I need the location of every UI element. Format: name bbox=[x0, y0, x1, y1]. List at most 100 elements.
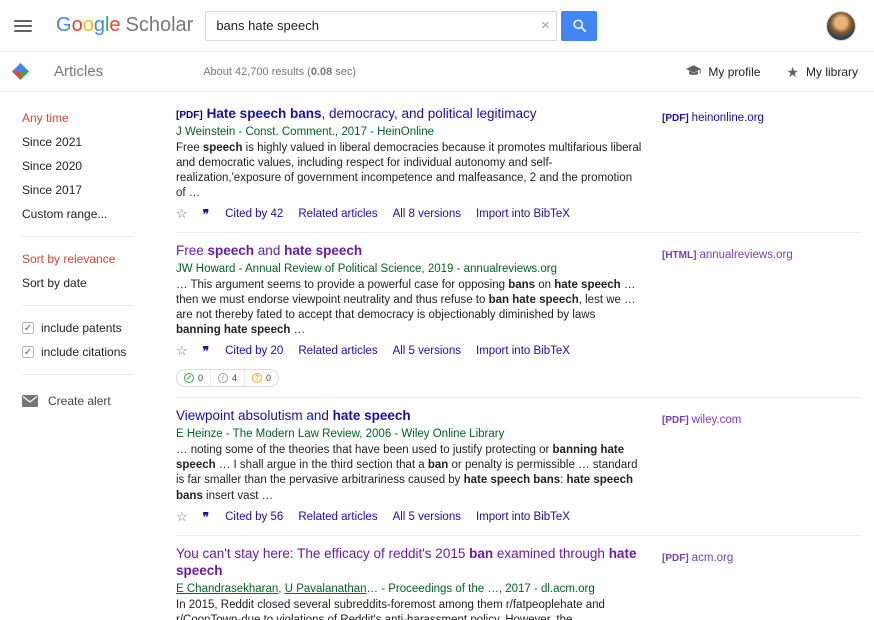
result-action-link[interactable]: Related articles bbox=[298, 511, 377, 523]
result-main: Viewpoint absolutism and hate speech E H… bbox=[176, 407, 642, 524]
results-list: [PDF] Hate speech bans, democracy, and po… bbox=[176, 92, 860, 620]
result-action-link[interactable]: Cited by 20 bbox=[225, 345, 283, 357]
result-title-link[interactable]: Free speech and hate speech bbox=[176, 243, 362, 258]
create-alert-button[interactable]: Create alert bbox=[0, 385, 176, 408]
search-button[interactable] bbox=[561, 11, 597, 41]
cite-quote-icon[interactable]: ❞ bbox=[203, 510, 210, 524]
search-result: Free speech and hate speech JW Howard - … bbox=[176, 233, 860, 398]
google-logo-text: Google bbox=[56, 14, 121, 36]
result-fulltext-link[interactable]: [PDF]wiley.com bbox=[662, 414, 741, 426]
my-profile-link[interactable]: My profile bbox=[686, 65, 760, 79]
scite-contrasting-icon: ? bbox=[252, 373, 262, 383]
result-main: You can't stay here: The efficacy of red… bbox=[176, 545, 642, 620]
checkbox-label: include citations bbox=[41, 345, 126, 359]
fulltext-domain: wiley.com bbox=[692, 414, 742, 426]
search-bar: × bbox=[205, 11, 597, 41]
result-action-link[interactable]: All 5 versions bbox=[393, 511, 461, 523]
create-alert-label: Create alert bbox=[48, 394, 111, 408]
result-actions: ☆ ❞ Cited by 20 Related articles All 5 ver… bbox=[176, 343, 642, 359]
hamburger-menu-icon[interactable] bbox=[14, 17, 32, 35]
cite-quote-icon[interactable]: ❞ bbox=[203, 344, 210, 358]
scite-segment: ?0 bbox=[245, 370, 278, 386]
tab-articles[interactable]: Articles bbox=[54, 63, 103, 80]
save-star-icon[interactable]: ☆ bbox=[176, 343, 188, 359]
result-byline[interactable]: JW Howard - Annual Review of Political S… bbox=[176, 263, 642, 275]
scholar-logo-text: Scholar bbox=[126, 14, 194, 36]
my-library-link[interactable]: ★ My library bbox=[786, 65, 858, 79]
result-fulltext-link[interactable]: [PDF]acm.org bbox=[662, 552, 733, 564]
result-action-link[interactable]: Related articles bbox=[298, 208, 377, 220]
fulltext-domain: heinonline.org bbox=[692, 112, 764, 124]
results-toolbar: Articles About 42,700 results (0.08 sec)… bbox=[0, 52, 874, 92]
my-library-label: My library bbox=[806, 65, 858, 79]
top-header: GoogleScholar × bbox=[0, 0, 874, 52]
sidebar-filter-item[interactable]: Since 2017 bbox=[0, 178, 176, 202]
scite-supporting-icon: ✓ bbox=[184, 373, 194, 383]
google-scholar-logo[interactable]: GoogleScholar bbox=[56, 14, 193, 37]
result-title: Viewpoint absolutism and hate speech bbox=[176, 407, 642, 425]
scholar-diamond-icon[interactable] bbox=[12, 63, 29, 80]
result-action-link[interactable]: All 8 versions bbox=[393, 208, 461, 220]
sidebar-filter-item[interactable]: Sort by date bbox=[0, 271, 176, 295]
sidebar-filter-item[interactable]: Custom range... bbox=[0, 202, 176, 226]
result-action-link[interactable]: Import into BibTeX bbox=[476, 208, 570, 220]
user-avatar[interactable] bbox=[826, 11, 856, 41]
scite-count: 0 bbox=[266, 373, 271, 383]
sidebar-filter-item[interactable]: Sort by relevance bbox=[0, 247, 176, 271]
fulltext-format-tag: [HTML] bbox=[662, 250, 696, 261]
scite-count: 0 bbox=[198, 373, 203, 383]
result-main: [PDF] Hate speech bans, democracy, and po… bbox=[176, 105, 642, 222]
include-toggle-list: ✓ include patents ✓ include citations bbox=[0, 316, 176, 364]
result-byline[interactable]: J Weinstein - Const. Comment., 2017 - He… bbox=[176, 126, 642, 138]
result-action-link[interactable]: All 5 versions bbox=[393, 345, 461, 357]
scite-segment: ✓0 bbox=[177, 370, 211, 386]
result-main: Free speech and hate speech JW Howard - … bbox=[176, 242, 642, 387]
graduation-cap-icon bbox=[686, 65, 701, 78]
results-stats: About 42,700 results (0.08 sec) bbox=[203, 66, 356, 78]
checkbox-label: include patents bbox=[41, 321, 122, 335]
result-title: You can't stay here: The efficacy of red… bbox=[176, 545, 642, 580]
result-fulltext-link[interactable]: [HTML]annualreviews.org bbox=[662, 249, 793, 261]
result-title: [PDF] Hate speech bans, democracy, and po… bbox=[176, 105, 642, 123]
include-toggle[interactable]: ✓ include patents bbox=[0, 316, 176, 340]
sidebar-divider bbox=[22, 236, 134, 237]
save-star-icon[interactable]: ☆ bbox=[176, 206, 188, 222]
result-action-link[interactable]: Import into BibTeX bbox=[476, 345, 570, 357]
result-title: Free speech and hate speech bbox=[176, 242, 642, 260]
result-title-link[interactable]: Viewpoint absolutism and hate speech bbox=[176, 408, 411, 423]
result-action-link[interactable]: Cited by 56 bbox=[225, 511, 283, 523]
result-title-link[interactable]: You can't stay here: The efficacy of red… bbox=[176, 546, 636, 579]
search-result: [PDF] Hate speech bans, democracy, and po… bbox=[176, 96, 860, 233]
search-result: Viewpoint absolutism and hate speech E H… bbox=[176, 398, 860, 535]
checkbox-icon[interactable]: ✓ bbox=[22, 346, 34, 358]
scite-citation-badge[interactable]: ✓0/4?0 bbox=[176, 369, 279, 387]
include-toggle[interactable]: ✓ include citations bbox=[0, 340, 176, 364]
scite-count: 4 bbox=[232, 373, 237, 383]
result-format-tag: [PDF] bbox=[176, 110, 203, 121]
cite-quote-icon[interactable]: ❞ bbox=[203, 207, 210, 221]
save-star-icon[interactable]: ☆ bbox=[176, 509, 188, 525]
result-actions: ☆ ❞ Cited by 56 Related articles All 5 ver… bbox=[176, 509, 642, 525]
my-profile-label: My profile bbox=[708, 65, 760, 79]
sidebar-divider bbox=[22, 305, 134, 306]
result-action-link[interactable]: Cited by 42 bbox=[225, 208, 283, 220]
result-title-link[interactable]: Hate speech bans, democracy, and politic… bbox=[207, 106, 537, 121]
result-byline[interactable]: E Chandrasekharan, U Pavalanathan… - Pro… bbox=[176, 583, 642, 595]
clear-search-icon[interactable]: × bbox=[537, 17, 553, 34]
sidebar-filter-item[interactable]: Since 2021 bbox=[0, 130, 176, 154]
result-side-column: [PDF]heinonline.org bbox=[642, 105, 860, 222]
fulltext-domain: acm.org bbox=[692, 552, 734, 564]
result-action-link[interactable]: Import into BibTeX bbox=[476, 511, 570, 523]
envelope-icon bbox=[22, 395, 38, 407]
result-action-link[interactable]: Related articles bbox=[298, 345, 377, 357]
sidebar-filter-item[interactable]: Any time bbox=[0, 106, 176, 130]
result-fulltext-link[interactable]: [PDF]heinonline.org bbox=[662, 112, 764, 124]
result-side-column: [PDF]wiley.com bbox=[642, 407, 860, 524]
checkbox-icon[interactable]: ✓ bbox=[22, 322, 34, 334]
sort-option-list: Sort by relevanceSort by date bbox=[0, 247, 176, 295]
search-input[interactable] bbox=[205, 11, 557, 41]
result-side-column: [HTML]annualreviews.org bbox=[642, 242, 860, 387]
result-byline[interactable]: E Heinze - The Modern Law Review, 2006 -… bbox=[176, 428, 642, 440]
result-snippet: … noting some of the theories that have … bbox=[176, 443, 642, 504]
sidebar-filter-item[interactable]: Since 2020 bbox=[0, 154, 176, 178]
